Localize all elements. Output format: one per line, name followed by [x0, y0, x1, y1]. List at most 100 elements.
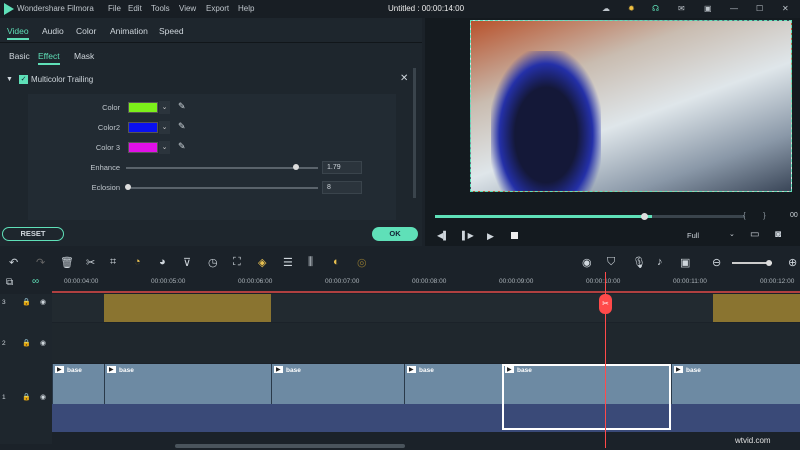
subtab-mask[interactable]: Mask [74, 51, 94, 61]
headset-icon[interactable]: ☊ [652, 4, 659, 13]
track-3-label: 3 [2, 299, 6, 306]
color3-swatch[interactable] [128, 142, 158, 153]
stop-icon[interactable] [511, 232, 518, 239]
mark-out-icon[interactable]: } [763, 211, 766, 220]
tab-speed[interactable]: Speed [159, 26, 184, 36]
menu-export[interactable]: Export [206, 4, 229, 13]
eyedropper-icon[interactable]: ✎ [178, 101, 186, 112]
menu-view[interactable]: View [179, 4, 196, 13]
chevron-down-icon[interactable]: ⌄ [159, 141, 170, 154]
audio-waveform [52, 404, 800, 432]
menu-help[interactable]: Help [238, 4, 254, 13]
maximize-button[interactable]: ☐ [756, 4, 763, 13]
close-button[interactable]: ✕ [782, 4, 789, 13]
render-icon[interactable]: ◉ [582, 256, 592, 269]
subtab-basic[interactable]: Basic [9, 51, 30, 61]
duration-icon[interactable]: ◷ [208, 256, 218, 269]
playback-progress[interactable] [435, 215, 745, 218]
remove-effect-icon[interactable]: ✕ [400, 73, 408, 84]
playback-handle[interactable] [641, 213, 648, 220]
ruler-tick: 00:00:09:00 [499, 278, 534, 285]
microphone-icon[interactable]: 🎙 [632, 256, 646, 269]
lock-icon[interactable]: 🔒 [22, 298, 31, 306]
add-track-icon[interactable]: ⧉ [6, 277, 13, 288]
eye-icon[interactable]: ◉ [40, 298, 46, 306]
reset-button[interactable]: RESET [2, 227, 64, 241]
ok-button[interactable]: OK [372, 227, 418, 241]
cloud-icon[interactable]: ☁ [602, 4, 610, 13]
undo-icon[interactable]: ↶ [9, 256, 18, 269]
tab-video[interactable]: Video [7, 26, 29, 40]
playhead-scissors-icon[interactable]: ✂ [599, 294, 612, 314]
fit-timeline-icon[interactable]: ▣ [680, 256, 690, 269]
eye-icon[interactable]: ◉ [40, 393, 46, 401]
speed-icon[interactable]: ◔ [134, 256, 141, 268]
eclosion-slider-handle[interactable] [125, 184, 131, 190]
play-icon[interactable]: ▶ [487, 231, 494, 242]
effect-enable-checkbox[interactable]: ✓ [19, 75, 28, 84]
enhance-value[interactable]: 1.79 [322, 161, 362, 174]
lock-icon[interactable]: 🔒 [22, 393, 31, 401]
redo-icon[interactable]: ↷ [36, 256, 45, 269]
enhance-slider-handle[interactable] [293, 164, 299, 170]
tab-animation[interactable]: Animation [110, 26, 148, 36]
prev-frame-icon[interactable]: ◀▌ [437, 231, 449, 240]
subtab-effect[interactable]: Effect [38, 51, 60, 65]
minimize-button[interactable]: — [730, 4, 738, 13]
menu-edit[interactable]: Edit [128, 4, 142, 13]
marker-icon[interactable]: ⛉ [607, 256, 615, 269]
eyedropper-icon[interactable]: ✎ [178, 121, 186, 132]
eye-icon[interactable]: ◉ [40, 339, 46, 347]
zoom-slider-handle[interactable] [766, 260, 772, 266]
zoom-out-icon[interactable]: ⊖ [712, 256, 721, 269]
keyframe-icon[interactable]: ◈ [258, 256, 266, 269]
color2-label: Color2 [97, 123, 120, 132]
delete-icon[interactable]: 🗑 [60, 256, 74, 269]
link-icon[interactable]: ∞ [32, 276, 39, 287]
color2-swatch[interactable] [128, 122, 158, 133]
mark-in-icon[interactable]: { [743, 211, 746, 220]
color-swatch[interactable] [128, 102, 158, 113]
quality-select[interactable]: Full [687, 231, 699, 240]
chevron-down-icon[interactable]: ⌄ [159, 101, 170, 114]
tab-audio[interactable]: Audio [42, 26, 64, 36]
zoom-in-icon[interactable]: ⊕ [788, 256, 797, 269]
ruler-line [52, 291, 800, 293]
clip-label: base [419, 367, 434, 374]
audio-split-icon[interactable]: ⫼ [308, 256, 313, 269]
bulb-icon[interactable]: ✹ [628, 4, 635, 13]
video-icon: ▶ [407, 366, 416, 373]
tab-color[interactable]: Color [76, 26, 96, 36]
mask-icon[interactable]: ⊽ [183, 256, 191, 269]
collapse-arrow-icon[interactable]: ▼ [6, 76, 13, 83]
audio-mix-icon[interactable]: ♪ [657, 256, 663, 268]
snapshot-icon[interactable]: ◙ [775, 229, 781, 240]
display-icon[interactable]: ▭ [750, 229, 759, 240]
eclosion-slider[interactable] [126, 187, 318, 189]
menu-tools[interactable]: Tools [151, 4, 170, 13]
eyedropper-icon[interactable]: ✎ [178, 141, 186, 152]
tts-icon[interactable]: ◎ [357, 256, 367, 269]
crop-icon[interactable]: ⌗ [110, 256, 116, 269]
preview-panel: { } 00 ◀▌ ▌▶ ▶ Full ⌄ ▭ ◙ [425, 18, 800, 246]
fit-icon[interactable]: ⛶ [233, 256, 241, 269]
color-icon[interactable]: ◕ [159, 256, 166, 268]
auto-reframe-icon[interactable]: ◐ [333, 256, 340, 268]
adjust-icon[interactable]: ☰ [283, 256, 293, 269]
chevron-down-icon[interactable]: ⌄ [159, 121, 170, 134]
menu-file[interactable]: File [108, 4, 121, 13]
notification-icon[interactable]: ✉ [678, 4, 685, 13]
chevron-down-icon[interactable]: ⌄ [729, 230, 735, 238]
effect-clip[interactable] [104, 294, 271, 322]
eclosion-value[interactable]: 8 [322, 181, 362, 194]
video-preview[interactable] [470, 20, 792, 192]
cut-icon[interactable]: ✂ [86, 256, 95, 269]
effect-clip[interactable] [713, 294, 800, 322]
enhance-slider[interactable] [126, 167, 318, 169]
panel-scrollbar[interactable] [413, 68, 416, 198]
selected-clip[interactable] [502, 364, 671, 430]
save-icon[interactable]: ▣ [704, 4, 712, 13]
lock-icon[interactable]: 🔒 [22, 339, 31, 347]
next-frame-icon[interactable]: ▌▶ [462, 231, 474, 240]
timeline-scrollbar[interactable] [175, 444, 405, 448]
